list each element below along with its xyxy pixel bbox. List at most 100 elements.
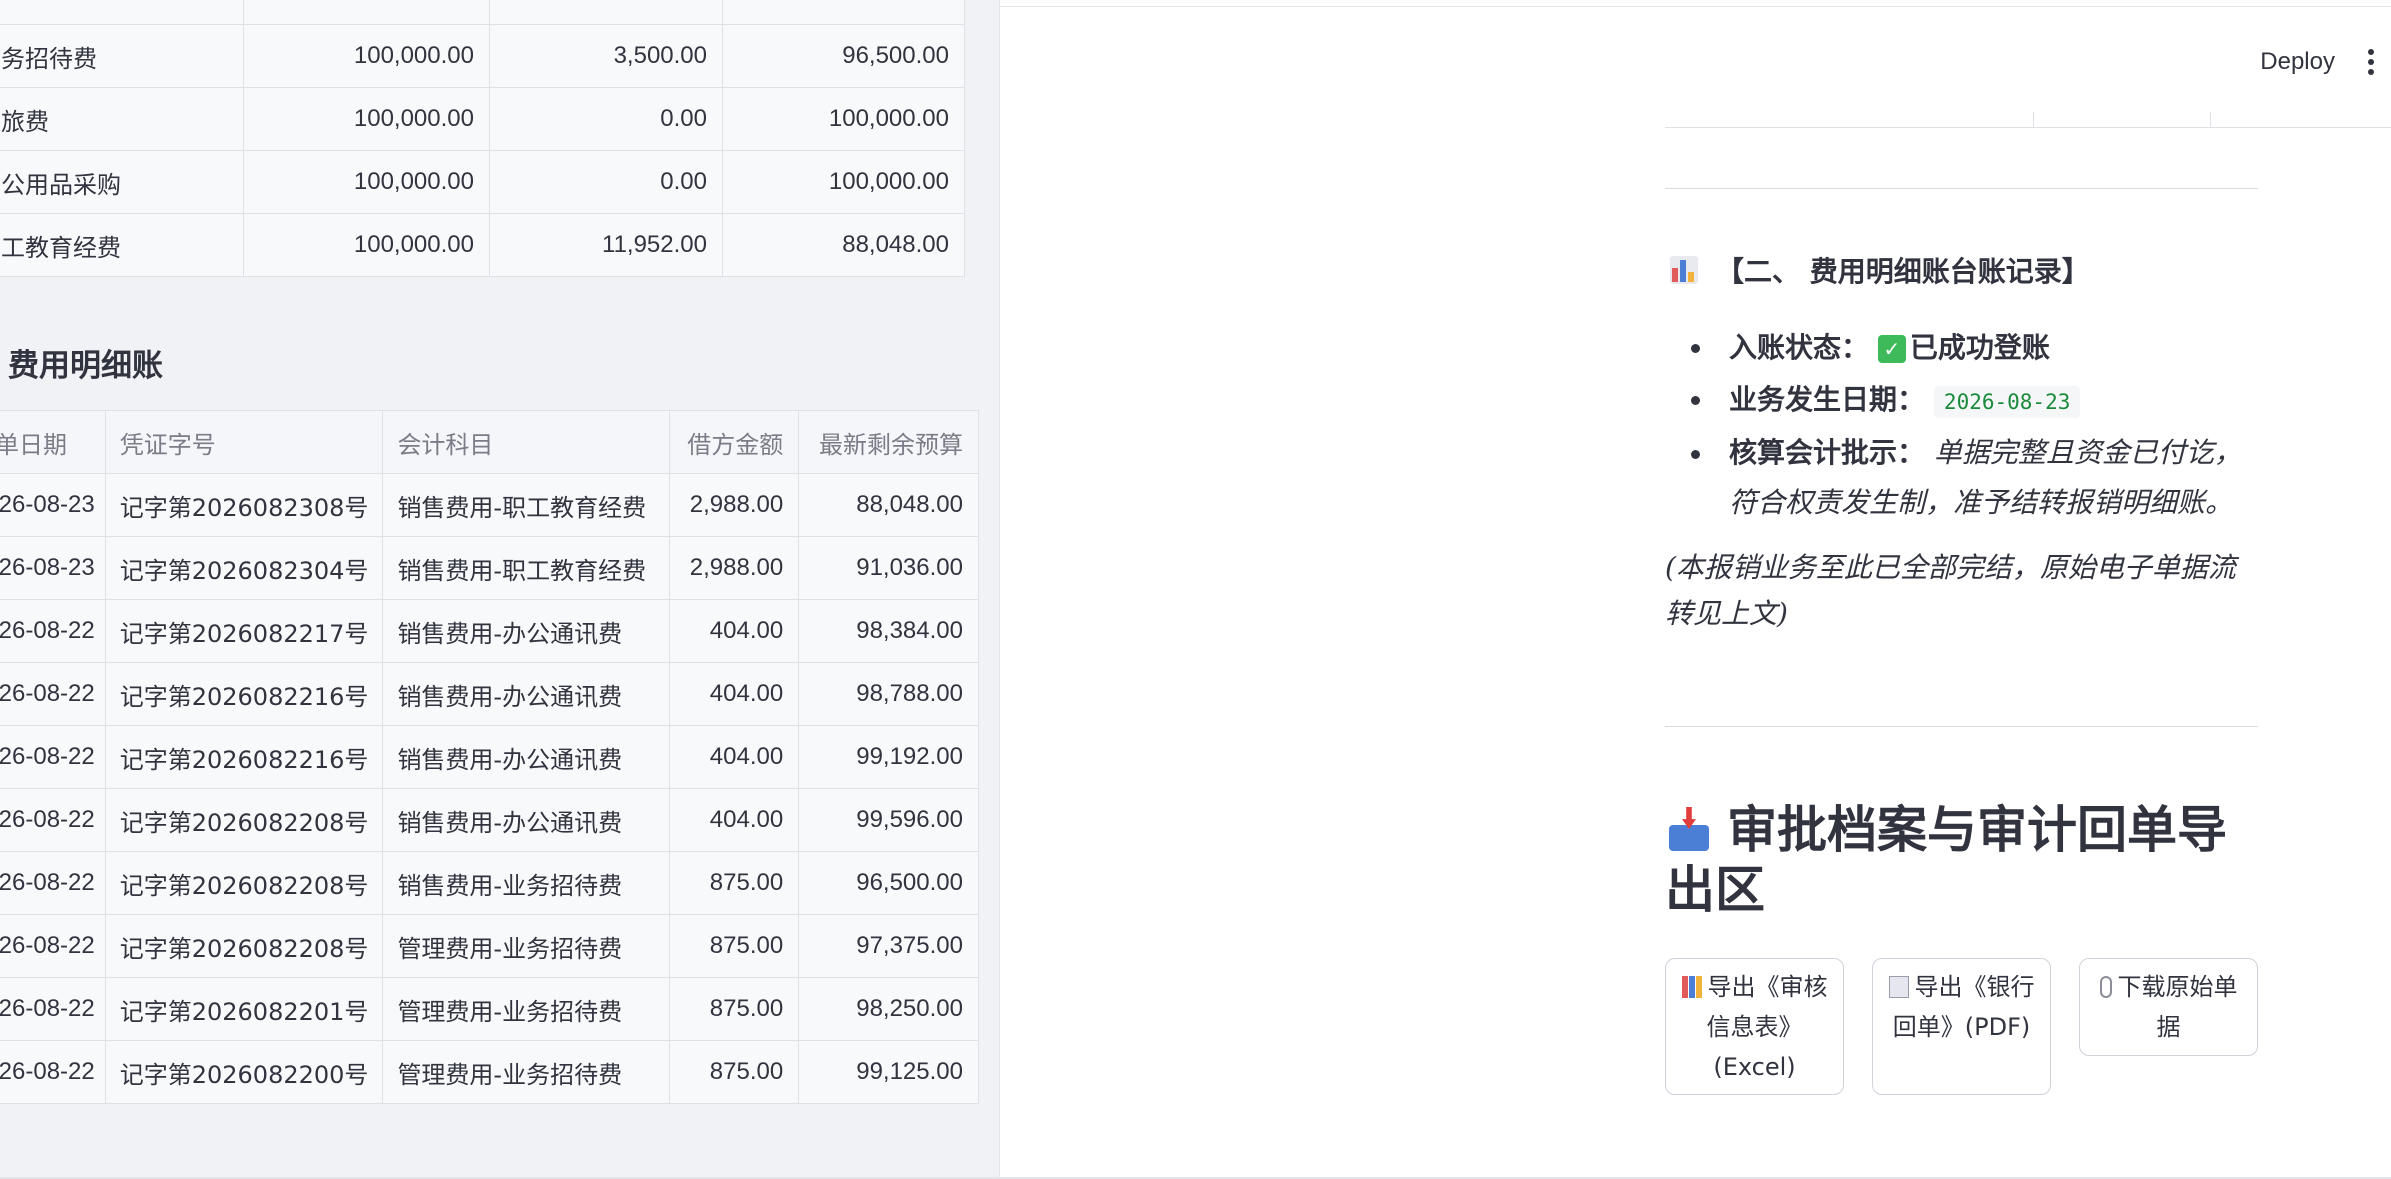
budget-name-cell: 务招待费 [0, 24, 244, 88]
column-header-date[interactable]: 单日期 [0, 410, 106, 474]
export-section-title: 审批档案与审计回单导出区 [1665, 801, 2227, 919]
account-cell: 管理费用-业务招待费 [382, 977, 671, 1041]
date-cell: 26-08-22 [0, 914, 106, 978]
list-item: 核算会计批示： 单据完整且资金已付讫，符合权责发生制，准予结转报销明细账。 [1689, 428, 2249, 528]
account-cell: 销售费用-职工教育经费 [382, 536, 671, 600]
remaining-budget-cell: 98,384.00 [798, 599, 979, 663]
table-row[interactable]: 26-08-23 记字第2026082304号 销售费用-职工教育经费 2,988.0… [0, 536, 979, 600]
date-cell: 26-08-22 [0, 662, 106, 726]
receipt-icon [1888, 976, 1909, 998]
table-row[interactable]: 26-08-22 记字第2026082200号 管理费用-业务招待费 875.00 99… [0, 1040, 979, 1104]
debit-cell: 875.00 [669, 977, 800, 1041]
table-row[interactable]: 26-08-22 记字第2026082217号 销售费用-办公通讯费 404.00 98… [0, 599, 979, 663]
table-row[interactable]: 26-08-23 记字第2026082308号 销售费用-职工教育经费 2,988.0… [0, 473, 979, 537]
account-cell: 销售费用-职工教育经费 [382, 473, 671, 537]
column-header-voucher[interactable]: 凭证字号 [104, 410, 384, 474]
voucher-cell: 记字第2026082217号 [104, 599, 384, 663]
budget-summary-table: 务招待费 100,000.00 3,500.00 96,500.00 旅费 100,000… [0, 0, 965, 277]
remaining-budget-cell: 99,125.00 [798, 1040, 979, 1104]
table-row[interactable]: 26-08-22 记字第2026082216号 销售费用-办公通讯费 404.00 99… [0, 725, 979, 789]
column-header-debit[interactable]: 借方金额 [669, 410, 800, 474]
date-cell: 26-08-23 [0, 536, 106, 600]
voucher-cell: 记字第2026082208号 [104, 914, 384, 978]
table-row[interactable]: 26-08-22 记字第2026082201号 管理费用-业务招待费 875.00 98… [0, 977, 979, 1041]
ledger-heading: 费用明细账 [8, 348, 163, 384]
budget-amount-cell: 100,000.00 [243, 213, 490, 277]
ledger-header-row: 单日期 凭证字号 会计科目 借方金额 最新剩余预算 [0, 410, 979, 474]
status-label: 入账状态： [1729, 331, 1870, 364]
table-fragment [1665, 112, 2391, 128]
table-row[interactable]: 26-08-22 记字第2026082208号 销售费用-办公通讯费 404.00 99… [0, 788, 979, 852]
table-row[interactable]: 26-08-22 记字第2026082208号 销售费用-业务招待费 875.00 96… [0, 851, 979, 915]
export-audit-excel-button[interactable]: 导出《审核信息表》(Excel) [1665, 958, 1844, 1095]
status-value: 已成功登账 [1909, 331, 2050, 364]
list-item: 入账状态： ✓ 已成功登账 [1689, 322, 2249, 374]
section-ledger-record-heading: 【二、 费用明细账台账记录】 [1670, 250, 2090, 290]
sidebar[interactable]: 务招待费 100,000.00 3,500.00 96,500.00 旅费 100,000… [0, 0, 1000, 1179]
main-menu-icon[interactable] [2351, 42, 2391, 82]
remaining-budget-cell: 97,375.00 [798, 914, 979, 978]
column-header-account[interactable]: 会计科目 [382, 410, 671, 474]
checkmark-icon: ✓ [1877, 335, 1906, 363]
download-original-button[interactable]: 下载原始单据 [2079, 958, 2258, 1056]
account-cell: 销售费用-业务招待费 [382, 851, 671, 915]
debit-cell: 875.00 [669, 914, 800, 978]
used-amount-cell: 11,952.00 [489, 213, 723, 277]
used-amount-cell: 0.00 [489, 150, 723, 214]
ledger-status-list: 入账状态： ✓ 已成功登账 业务发生日期： 2026-08-23 核算会计批示： … [1689, 322, 2249, 528]
remaining-budget-cell: 99,192.00 [798, 725, 979, 789]
date-cell: 26-08-22 [0, 788, 106, 852]
debit-cell: 2,988.00 [669, 473, 800, 537]
main-content: 【二、 费用明细账台账记录】 入账状态： ✓ 已成功登账 业务发生日期： 2026… [1665, 0, 2391, 1179]
deploy-button[interactable]: Deploy [2244, 40, 2351, 84]
budget-name-cell: 旅费 [0, 87, 244, 151]
divider [1665, 726, 2258, 727]
voucher-cell: 记字第2026082201号 [104, 977, 384, 1041]
voucher-cell: 记字第2026082308号 [104, 473, 384, 537]
bar-chart-icon [1670, 256, 1698, 284]
voucher-cell: 记字第2026082200号 [104, 1040, 384, 1104]
debit-cell: 404.00 [669, 788, 800, 852]
voucher-cell: 记字第2026082216号 [104, 725, 384, 789]
table-row[interactable]: 26-08-22 记字第2026082216号 销售费用-办公通讯费 404.00 98… [0, 662, 979, 726]
table-row[interactable]: 26-08-22 记字第2026082208号 管理费用-业务招待费 875.00 97… [0, 914, 979, 978]
remaining-amount-cell: 96,500.00 [722, 24, 965, 88]
date-cell: 26-08-23 [0, 473, 106, 537]
date-cell: 26-08-22 [0, 977, 106, 1041]
date-label: 业务发生日期： [1729, 383, 1926, 416]
remaining-budget-cell: 98,250.00 [798, 977, 979, 1041]
button-label: 下载原始单据 [2117, 973, 2238, 1041]
section-title: 【二、 费用明细账台账记录】 [1716, 255, 2090, 288]
voucher-cell: 记字第2026082208号 [104, 851, 384, 915]
table-row[interactable]: 旅费 100,000.00 0.00 100,000.00 [0, 87, 965, 151]
budget-name-cell: 公用品采购 [0, 150, 244, 214]
budget-amount-cell: 100,000.00 [243, 150, 490, 214]
account-cell: 销售费用-办公通讯费 [382, 599, 671, 663]
ledger-table[interactable]: 单日期 凭证字号 会计科目 借方金额 最新剩余预算 26-08-23 记字第202… [0, 410, 979, 1104]
debit-cell: 875.00 [669, 1040, 800, 1104]
voucher-cell: 记字第2026082304号 [104, 536, 384, 600]
account-cell: 销售费用-办公通讯费 [382, 788, 671, 852]
account-cell: 销售费用-办公通讯费 [382, 725, 671, 789]
date-cell: 26-08-22 [0, 1040, 106, 1104]
paperclip-icon [2099, 976, 2112, 998]
used-amount-cell: 3,500.00 [489, 24, 723, 88]
account-cell: 销售费用-办公通讯费 [382, 662, 671, 726]
remaining-budget-cell: 98,788.00 [798, 662, 979, 726]
export-bank-receipt-button[interactable]: 导出《银行回单》(PDF) [1872, 958, 2051, 1095]
list-item: 业务发生日期： 2026-08-23 [1689, 374, 2249, 428]
table-row[interactable]: 工教育经费 100,000.00 11,952.00 88,048.00 [0, 213, 965, 277]
table-row[interactable]: 务招待费 100,000.00 3,500.00 96,500.00 [0, 24, 965, 88]
debit-cell: 875.00 [669, 851, 800, 915]
table-row[interactable]: 公用品采购 100,000.00 0.00 100,000.00 [0, 150, 965, 214]
completion-note: (本报销业务至此已全部完结，原始电子单据流转见上文) [1665, 551, 2236, 630]
column-header-remaining[interactable]: 最新剩余预算 [798, 410, 979, 474]
budget-name-cell: 工教育经费 [0, 213, 244, 277]
divider [1665, 188, 2258, 189]
voucher-cell: 记字第2026082216号 [104, 662, 384, 726]
account-cell: 管理费用-业务招待费 [382, 914, 671, 978]
button-label: 导出《审核信息表》(Excel) [1706, 973, 1828, 1081]
account-cell: 管理费用-业务招待费 [382, 1040, 671, 1104]
debit-cell: 404.00 [669, 599, 800, 663]
remaining-budget-cell: 91,036.00 [798, 536, 979, 600]
